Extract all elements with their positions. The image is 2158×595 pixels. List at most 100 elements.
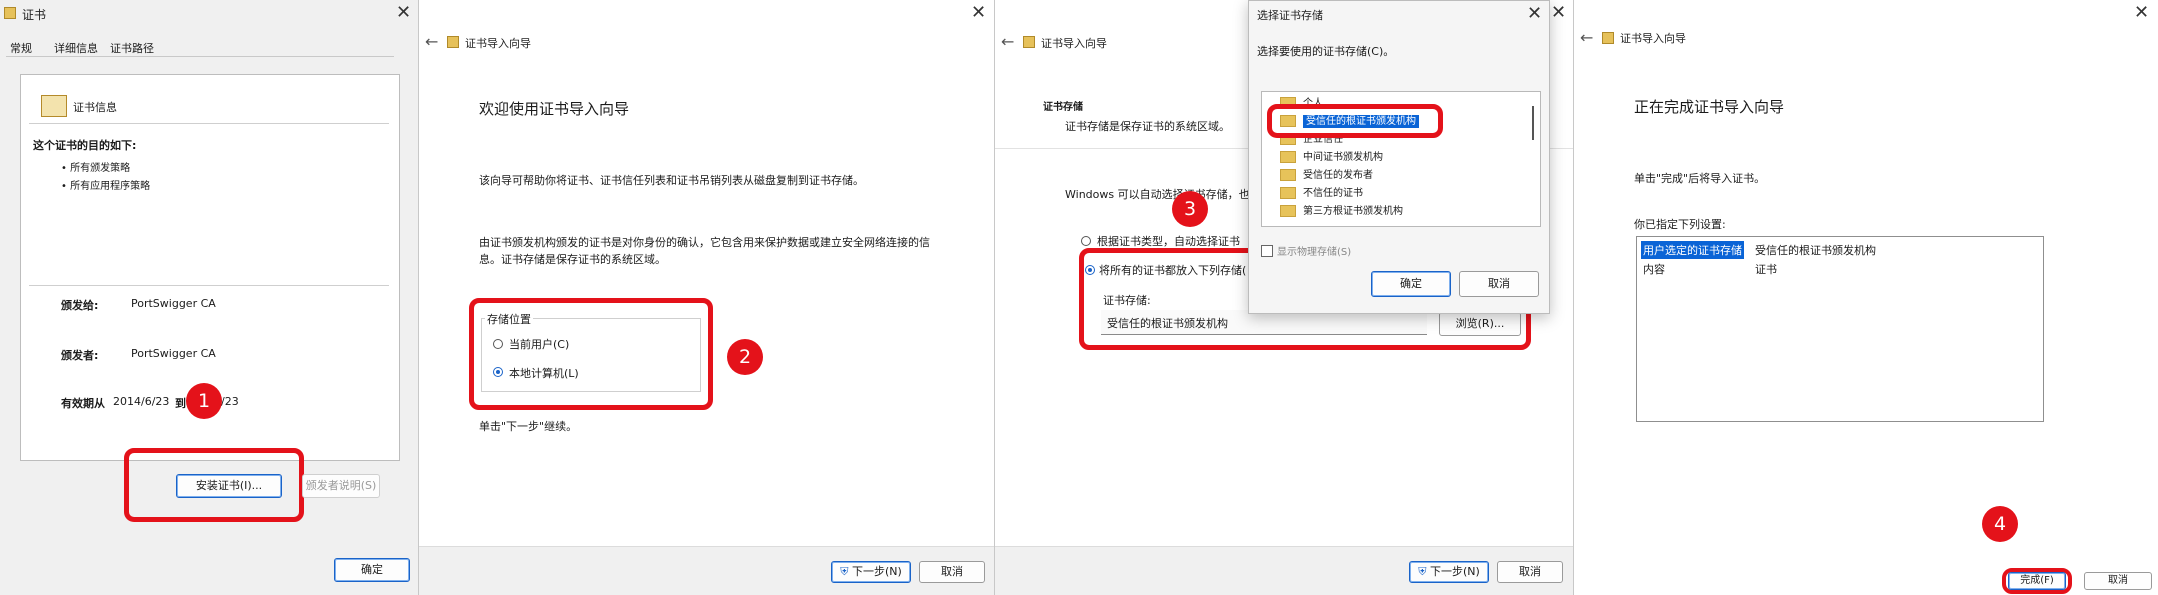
issued-to-label: 颁发给: bbox=[61, 299, 99, 312]
info-bottom-divider bbox=[29, 285, 389, 286]
tree-item-label: 受信任的发布者 bbox=[1303, 170, 1373, 181]
option-manual-store[interactable]: 将所有的证书都放入下列存储( bbox=[1099, 262, 1246, 278]
tree-item-label: 不信任的证书 bbox=[1303, 188, 1363, 199]
next-button[interactable]: ⛨ 下一步(N) bbox=[1409, 561, 1489, 583]
cancel-button[interactable]: 取消 bbox=[919, 561, 985, 583]
auto-select-text: Windows 可以自动选择证书存储，也 bbox=[1065, 188, 1250, 201]
validity-from: 2014/6/23 bbox=[113, 395, 170, 408]
close-icon[interactable]: ✕ bbox=[1527, 5, 1542, 23]
option-current-user[interactable]: 当前用户(C) bbox=[509, 336, 569, 352]
tab-general[interactable]: 常规 bbox=[10, 40, 32, 56]
wizard-footer: ⛨ 下一步(N) 取消 bbox=[419, 546, 994, 595]
validity-label: 有效期从 bbox=[61, 397, 105, 410]
section-desc: 证书存储是保存证书的系统区域。 bbox=[1065, 120, 1230, 133]
validity-to: /23 bbox=[221, 395, 239, 408]
store-location-label: 存储位置 bbox=[485, 311, 533, 327]
close-icon[interactable]: ✕ bbox=[396, 4, 411, 22]
tree-item[interactable]: 第三方根证书颁发机构 bbox=[1280, 202, 1403, 217]
settings-key: 用户选定的证书存储 bbox=[1641, 241, 1744, 259]
close-icon[interactable]: ✕ bbox=[2134, 4, 2149, 22]
back-arrow-icon[interactable]: ← bbox=[425, 32, 438, 51]
show-physical-label[interactable]: 显示物理存储(S) bbox=[1277, 243, 1351, 258]
select-ok-button[interactable]: 确定 bbox=[1371, 271, 1451, 297]
settings-label: 你已指定下列设置: bbox=[1634, 218, 1726, 231]
option-local-machine[interactable]: 本地计算机(L) bbox=[509, 365, 579, 381]
next-button[interactable]: ⛨ 下一步(N) bbox=[831, 561, 911, 583]
step-badge-2: 2 bbox=[727, 339, 763, 375]
info-divider bbox=[29, 123, 389, 124]
certificate-icon bbox=[41, 95, 67, 117]
tree-item[interactable]: 受信任的发布者 bbox=[1280, 166, 1373, 181]
show-physical-checkbox[interactable] bbox=[1261, 245, 1273, 257]
wizard-heading: 欢迎使用证书导入向导 bbox=[479, 100, 630, 118]
wizard-explain-line2: 息。证书存储是保存证书的系统区域。 bbox=[479, 253, 666, 266]
settings-list[interactable]: 用户选定的证书存储 受信任的根证书颁发机构 内容 证书 bbox=[1636, 236, 2044, 422]
tab-cert-path[interactable]: 证书路径 bbox=[110, 40, 154, 56]
purpose-heading: 这个证书的目的如下: bbox=[33, 139, 137, 152]
wizard-icon bbox=[1023, 36, 1035, 48]
ok-button[interactable]: 确定 bbox=[334, 558, 410, 582]
certificate-app-icon bbox=[4, 7, 16, 19]
store-value: 受信任的根证书颁发机构 bbox=[1107, 317, 1228, 330]
settings-key: 内容 bbox=[1643, 263, 1665, 276]
info-title: 证书信息 bbox=[73, 101, 117, 114]
back-arrow-icon[interactable]: ← bbox=[1580, 28, 1593, 47]
wizard-title: 证书导入向导 bbox=[1620, 32, 1686, 45]
validity-to-word: 到 bbox=[175, 397, 186, 410]
radio-auto-store[interactable] bbox=[1081, 236, 1091, 246]
step-badge-1: 1 bbox=[186, 383, 222, 419]
next-button-label: 下一步(N) bbox=[851, 565, 902, 578]
issued-by-label: 颁发者: bbox=[61, 349, 99, 362]
folder-icon bbox=[1280, 205, 1296, 217]
cancel-button[interactable]: 取消 bbox=[1497, 561, 1563, 583]
complete-para: 单击"完成"后将导入证书。 bbox=[1634, 172, 1766, 185]
wizard-title: 证书导入向导 bbox=[465, 37, 531, 50]
shield-icon: ⛨ bbox=[1418, 565, 1427, 578]
tree-item[interactable]: 不信任的证书 bbox=[1280, 184, 1363, 199]
select-store-title: 选择证书存储 bbox=[1257, 9, 1323, 22]
folder-icon bbox=[1280, 169, 1296, 181]
radio-current-user[interactable] bbox=[493, 339, 503, 349]
tree-item-label: 中间证书颁发机构 bbox=[1303, 152, 1383, 163]
settings-value: 受信任的根证书颁发机构 bbox=[1755, 244, 1876, 257]
section-title: 证书存储 bbox=[1043, 102, 1083, 113]
wizard-icon bbox=[1602, 32, 1614, 44]
wizard-explain-line1: 由证书颁发机构颁发的证书是对你身份的确认，它包含用来保护数据或建立安全网络连接的… bbox=[479, 236, 930, 249]
close-icon[interactable]: ✕ bbox=[971, 4, 986, 22]
close-icon[interactable]: ✕ bbox=[1551, 4, 1566, 22]
wizard-welcome: ← 证书导入向导 ✕ 欢迎使用证书导入向导 该向导可帮助你将证书、证书信任列表和… bbox=[419, 0, 995, 595]
purpose-item: • 所有颁发策略 bbox=[61, 163, 131, 174]
issued-to-value: PortSwigger CA bbox=[131, 297, 216, 310]
back-arrow-icon[interactable]: ← bbox=[1001, 32, 1014, 51]
wizard-store: ← 证书导入向导 ✕ 证书存储 证书存储是保存证书的系统区域。 Windows … bbox=[995, 0, 1574, 595]
tab-divider bbox=[6, 56, 394, 57]
folder-icon bbox=[1280, 151, 1296, 163]
next-button-label: 下一步(N) bbox=[1429, 565, 1480, 578]
certificate-dialog: 证书 ✕ 常规 详细信息 证书路径 证书信息 这个证书的目的如下: • 所有颁发… bbox=[0, 0, 419, 595]
tree-item[interactable]: 中间证书颁发机构 bbox=[1280, 148, 1383, 163]
step-badge-3: 3 bbox=[1172, 191, 1208, 227]
dialog-title: 证书 bbox=[22, 8, 47, 22]
tree-scrollbar[interactable] bbox=[1532, 106, 1534, 140]
wizard-complete: ← 证书导入向导 ✕ 正在完成证书导入向导 单击"完成"后将导入证书。 你已指定… bbox=[1574, 0, 2158, 595]
wizard-icon bbox=[447, 36, 459, 48]
tab-details[interactable]: 详细信息 bbox=[54, 40, 98, 56]
shield-icon: ⛨ bbox=[840, 565, 849, 578]
install-cert-button[interactable]: 安装证书(I)... bbox=[176, 474, 282, 498]
folder-icon bbox=[1280, 187, 1296, 199]
issuer-statement-button[interactable]: 颁发者说明(S) bbox=[302, 474, 380, 498]
select-cancel-button[interactable]: 取消 bbox=[1459, 271, 1539, 297]
finish-button[interactable]: 完成(F) bbox=[2008, 572, 2066, 590]
store-label: 证书存储: bbox=[1103, 294, 1151, 307]
wizard-footer: ⛨ 下一步(N) 取消 bbox=[995, 546, 1573, 595]
radio-manual-store[interactable] bbox=[1085, 265, 1095, 275]
option-auto-store[interactable]: 根据证书类型，自动选择证书 bbox=[1097, 233, 1240, 249]
highlight-selected-store bbox=[1267, 104, 1443, 138]
cancel-button[interactable]: 取消 bbox=[2084, 572, 2152, 590]
complete-heading: 正在完成证书导入向导 bbox=[1634, 98, 1785, 116]
settings-value: 证书 bbox=[1755, 263, 1777, 276]
tree-item-label: 第三方根证书颁发机构 bbox=[1303, 206, 1403, 217]
browse-button[interactable]: 浏览(R)... bbox=[1439, 312, 1521, 336]
radio-local-machine[interactable] bbox=[493, 367, 503, 377]
step-badge-4: 4 bbox=[1982, 506, 2018, 542]
